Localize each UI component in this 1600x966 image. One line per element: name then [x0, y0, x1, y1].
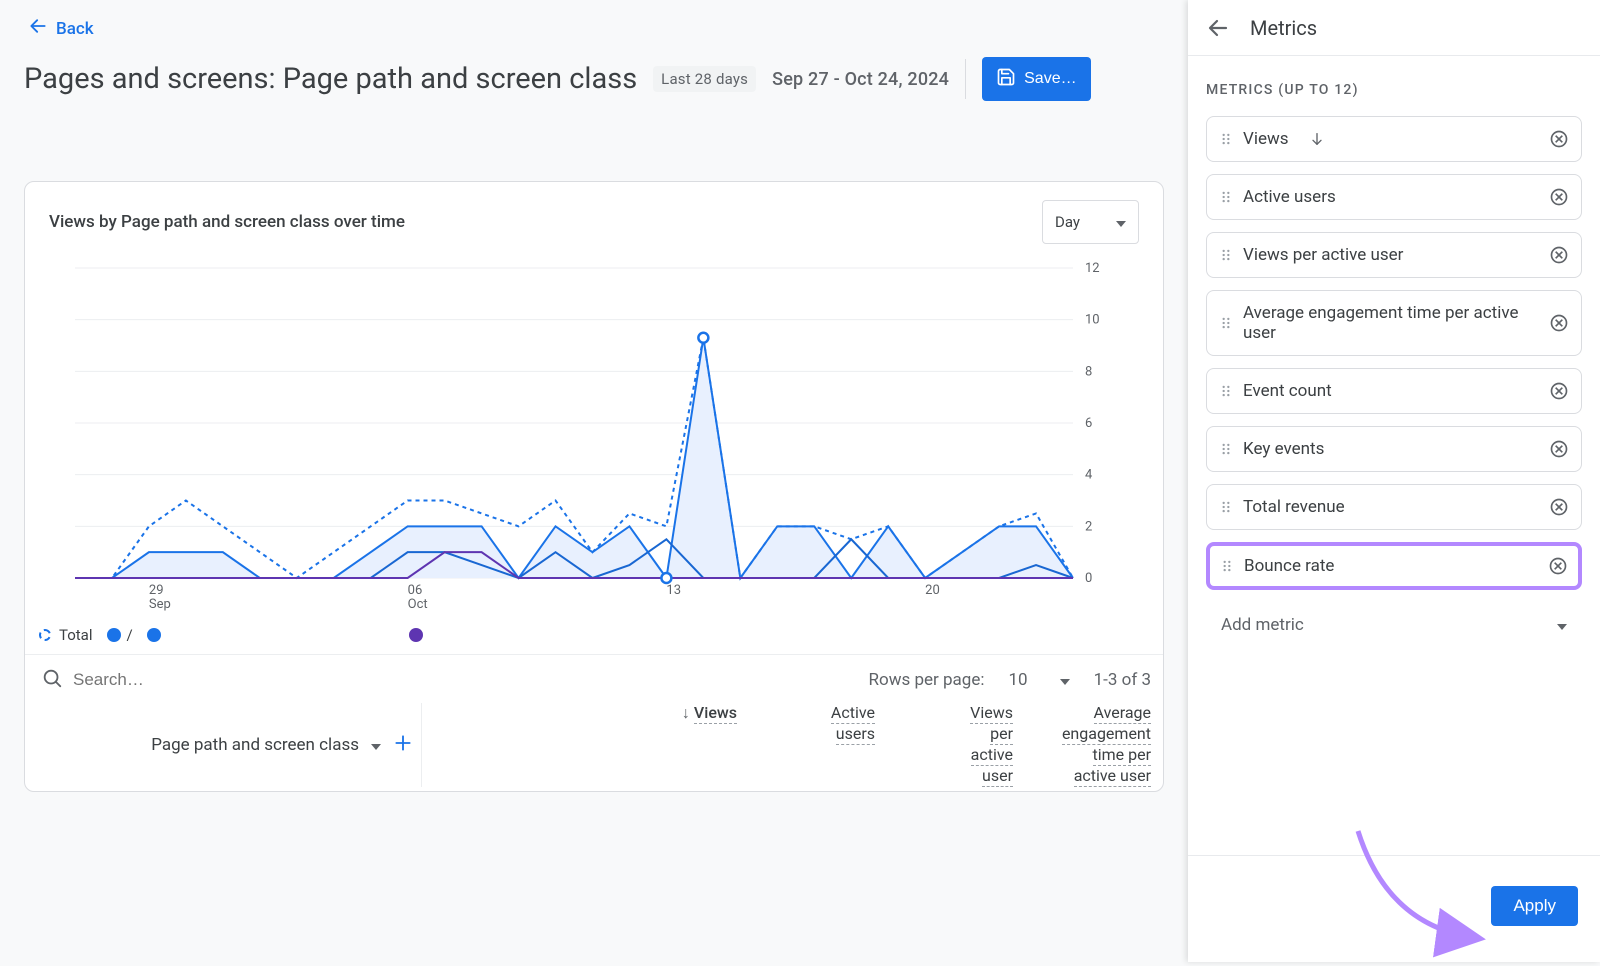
- grip-icon[interactable]: [1219, 442, 1233, 456]
- panel-title: Metrics: [1250, 16, 1317, 40]
- legend-marker-blue-icon: [107, 628, 121, 642]
- page-title: Pages and screens: Page path and screen …: [24, 62, 637, 96]
- grip-icon[interactable]: [1220, 559, 1234, 573]
- grip-icon[interactable]: [1219, 316, 1233, 330]
- add-dimension-button[interactable]: [393, 733, 413, 758]
- dimension-label: Page path and screen class: [151, 735, 359, 755]
- date-chip: Last 28 days: [653, 66, 756, 92]
- add-metric-label: Add metric: [1221, 615, 1304, 635]
- remove-metric-button[interactable]: [1548, 556, 1568, 576]
- remove-metric-button[interactable]: [1549, 439, 1569, 459]
- rows-per-page-label: Rows per page:: [869, 670, 985, 690]
- search-icon: [41, 667, 63, 693]
- svg-text:8: 8: [1085, 364, 1092, 379]
- svg-text:0: 0: [1085, 571, 1092, 586]
- caret-down-icon: [1557, 615, 1567, 635]
- svg-text:06: 06: [408, 583, 423, 598]
- grip-icon[interactable]: [1219, 248, 1233, 262]
- svg-text:6: 6: [1085, 416, 1092, 431]
- caret-down-icon: [1060, 670, 1070, 690]
- grip-icon[interactable]: [1219, 190, 1233, 204]
- chart-plot: 0 2 4 6 8 10 12 29Sep 06Oct 13 20: [49, 258, 1139, 618]
- col-views-per-active-user[interactable]: Views per active user: [883, 703, 1013, 787]
- svg-text:29: 29: [149, 583, 164, 598]
- apply-button[interactable]: Apply: [1491, 886, 1578, 926]
- metric-row[interactable]: Bounce rate: [1206, 542, 1582, 590]
- svg-text:Oct: Oct: [408, 597, 428, 612]
- separator: [965, 59, 966, 99]
- metric-row[interactable]: Event count: [1206, 368, 1582, 414]
- remove-metric-button[interactable]: [1549, 497, 1569, 517]
- metric-row[interactable]: Total revenue: [1206, 484, 1582, 530]
- back-text: Back: [56, 19, 94, 39]
- metric-row[interactable]: Average engagement time per active user: [1206, 290, 1582, 356]
- metric-row[interactable]: Key events: [1206, 426, 1582, 472]
- metric-label: Average engagement time per active user: [1243, 303, 1549, 343]
- table-controls: Rows per page: 10 1-3 of 3: [25, 654, 1163, 693]
- svg-text:2: 2: [1085, 519, 1092, 534]
- panel-back-button[interactable]: [1206, 16, 1230, 40]
- metric-label: Total revenue: [1243, 497, 1345, 517]
- table-header: Page path and screen class ↓Views Active…: [25, 693, 1163, 791]
- save-button[interactable]: Save…: [982, 57, 1090, 101]
- remove-metric-button[interactable]: [1549, 313, 1569, 333]
- grip-icon[interactable]: [1219, 384, 1233, 398]
- add-metric-button[interactable]: Add metric: [1206, 600, 1582, 650]
- grip-icon[interactable]: [1219, 500, 1233, 514]
- metric-row[interactable]: Active users: [1206, 174, 1582, 220]
- metric-label: Bounce rate: [1244, 556, 1334, 576]
- col-views[interactable]: ↓Views: [607, 703, 737, 787]
- remove-metric-button[interactable]: [1549, 381, 1569, 401]
- svg-text:13: 13: [666, 583, 681, 598]
- metric-row[interactable]: Views: [1206, 116, 1582, 162]
- date-range[interactable]: Sep 27 - Oct 24, 2024: [772, 69, 949, 90]
- save-icon: [996, 67, 1016, 92]
- panel-header: Metrics: [1188, 0, 1600, 56]
- legend-slash: /: [127, 626, 133, 644]
- caret-down-icon[interactable]: [371, 735, 381, 755]
- metric-label: Event count: [1243, 381, 1332, 401]
- svg-text:12: 12: [1085, 261, 1100, 276]
- grip-icon[interactable]: [1219, 132, 1233, 146]
- rows-per-page-select[interactable]: 10: [1004, 670, 1073, 690]
- row-range: 1-3 of 3: [1094, 670, 1151, 690]
- metric-label: Views per active user: [1243, 245, 1403, 265]
- col-avg-engagement[interactable]: Average engagement time per active user: [1021, 703, 1151, 787]
- save-label: Save…: [1024, 70, 1076, 88]
- svg-text:4: 4: [1085, 468, 1093, 483]
- rows-per-page-value: 10: [1008, 670, 1027, 690]
- svg-text:20: 20: [925, 583, 940, 598]
- metric-label: Views: [1243, 129, 1289, 149]
- page-header: Pages and screens: Page path and screen …: [24, 57, 1164, 101]
- granularity-select[interactable]: Day: [1042, 200, 1139, 244]
- remove-metric-button[interactable]: [1549, 187, 1569, 207]
- arrow-left-icon: [28, 16, 48, 41]
- chart-card: Views by Page path and screen class over…: [24, 181, 1164, 792]
- search-input[interactable]: [73, 670, 869, 690]
- chart-legend: Total /: [25, 622, 1163, 654]
- caret-down-icon: [1116, 213, 1126, 231]
- metric-label: Active users: [1243, 187, 1336, 207]
- chart-title: Views by Page path and screen class over…: [49, 212, 405, 232]
- legend-total-label: Total: [59, 626, 93, 644]
- back-link[interactable]: Back: [24, 10, 98, 47]
- sort-arrow-icon: [1309, 131, 1325, 147]
- legend-marker-purple-icon: [409, 628, 423, 642]
- panel-footer: Apply: [1188, 855, 1600, 962]
- legend-marker-total-icon: [39, 629, 51, 641]
- remove-metric-button[interactable]: [1549, 245, 1569, 265]
- svg-text:Sep: Sep: [149, 597, 171, 612]
- apply-label: Apply: [1513, 896, 1556, 915]
- col-active-users[interactable]: Active users: [745, 703, 875, 787]
- panel-subtitle: METRICS (UP TO 12): [1206, 82, 1582, 98]
- granularity-value: Day: [1055, 213, 1080, 231]
- legend-marker-blue2-icon: [147, 628, 161, 642]
- metric-label: Key events: [1243, 439, 1324, 459]
- metric-row[interactable]: Views per active user: [1206, 232, 1582, 278]
- svg-text:10: 10: [1085, 313, 1100, 328]
- sort-desc-icon: ↓: [682, 703, 690, 722]
- metrics-panel: Metrics METRICS (UP TO 12) Views Active u…: [1188, 0, 1600, 962]
- remove-metric-button[interactable]: [1549, 129, 1569, 149]
